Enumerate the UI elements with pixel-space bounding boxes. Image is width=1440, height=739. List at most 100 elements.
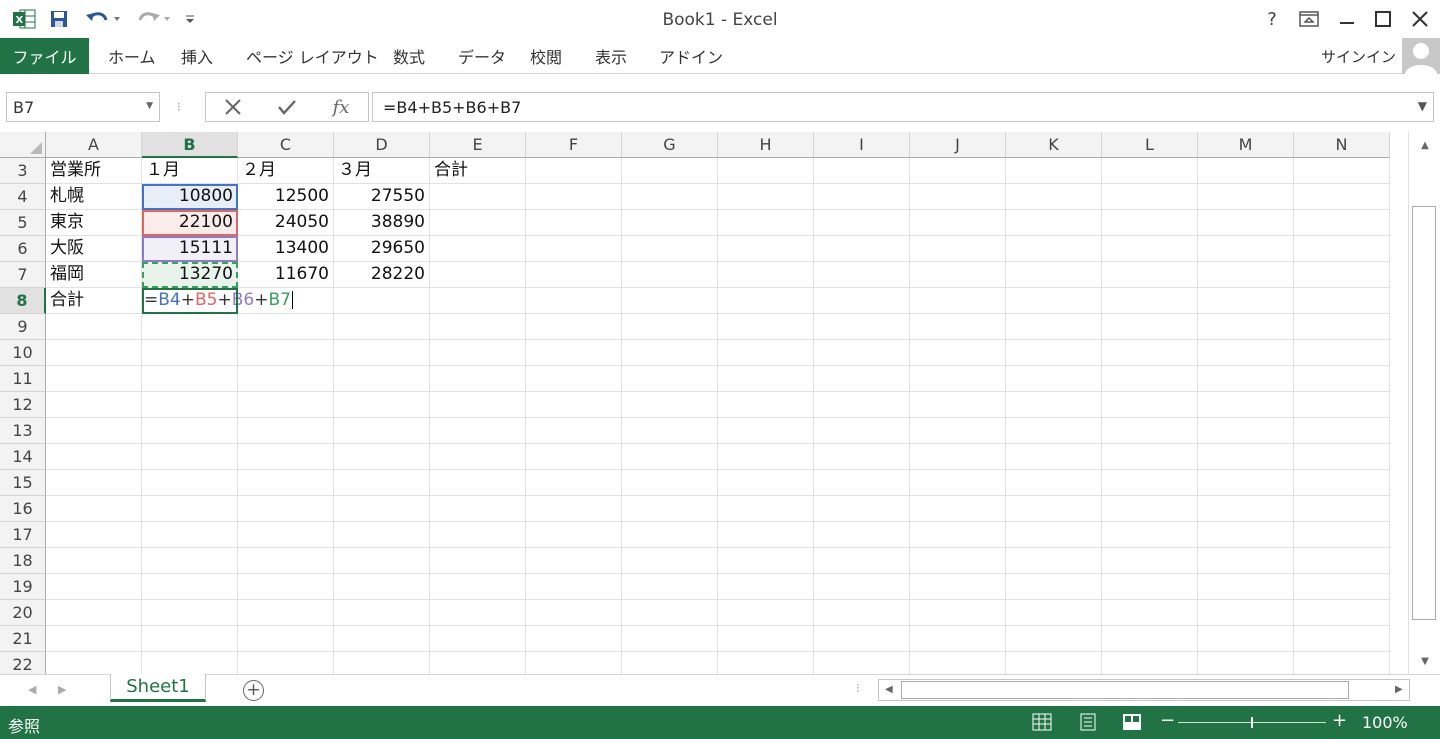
cell-n10[interactable] xyxy=(1294,340,1390,366)
cell-m12[interactable] xyxy=(1198,392,1294,418)
maximize-icon[interactable] xyxy=(1366,6,1400,32)
cell-n16[interactable] xyxy=(1294,496,1390,522)
cell-g12[interactable] xyxy=(622,392,718,418)
vertical-scrollbar[interactable]: ▲ ▼ xyxy=(1408,132,1440,674)
cell-d10[interactable] xyxy=(334,340,430,366)
normal-view-icon[interactable] xyxy=(1032,713,1052,731)
cell-j17[interactable] xyxy=(910,522,1006,548)
cell-f5[interactable] xyxy=(526,210,622,236)
cell-n17[interactable] xyxy=(1294,522,1390,548)
cell-h9[interactable] xyxy=(718,314,814,340)
cell-j5[interactable] xyxy=(910,210,1006,236)
cell-g20[interactable] xyxy=(622,600,718,626)
cell-j22[interactable] xyxy=(910,652,1006,674)
cell-i18[interactable] xyxy=(814,548,910,574)
cell-k15[interactable] xyxy=(1006,470,1102,496)
cell-g21[interactable] xyxy=(622,626,718,652)
cell-i17[interactable] xyxy=(814,522,910,548)
cell-i12[interactable] xyxy=(814,392,910,418)
cell-e7[interactable] xyxy=(430,262,526,288)
cell-f16[interactable] xyxy=(526,496,622,522)
tab-insert[interactable]: 挿入 xyxy=(181,38,213,74)
cell-i22[interactable] xyxy=(814,652,910,674)
tab-page-layout[interactable]: ページ レイアウト xyxy=(246,38,379,74)
cell-a14[interactable] xyxy=(46,444,142,470)
cell-l19[interactable] xyxy=(1102,574,1198,600)
cell-h5[interactable] xyxy=(718,210,814,236)
cell-n9[interactable] xyxy=(1294,314,1390,340)
tab-review[interactable]: 校閲 xyxy=(530,38,562,74)
cell-b11[interactable] xyxy=(142,366,238,392)
cell-c5[interactable]: 24050 xyxy=(238,210,334,236)
cell-j19[interactable] xyxy=(910,574,1006,600)
cell-h10[interactable] xyxy=(718,340,814,366)
cell-m17[interactable] xyxy=(1198,522,1294,548)
cell-i16[interactable] xyxy=(814,496,910,522)
column-header-h[interactable]: H xyxy=(718,132,814,158)
vertical-scroll-thumb[interactable] xyxy=(1412,206,1436,620)
sheet-prev-icon[interactable]: ◀ xyxy=(28,683,36,696)
cell-h6[interactable] xyxy=(718,236,814,262)
cell-k9[interactable] xyxy=(1006,314,1102,340)
cell-f6[interactable] xyxy=(526,236,622,262)
cell-i10[interactable] xyxy=(814,340,910,366)
cell-a8[interactable]: 合計 xyxy=(46,288,142,314)
cell-a19[interactable] xyxy=(46,574,142,600)
cell-m9[interactable] xyxy=(1198,314,1294,340)
cell-j16[interactable] xyxy=(910,496,1006,522)
cell-l3[interactable] xyxy=(1102,158,1198,184)
cell-b17[interactable] xyxy=(142,522,238,548)
cell-e6[interactable] xyxy=(430,236,526,262)
insert-function-button[interactable]: fx xyxy=(314,93,368,121)
row-header-6[interactable]: 6 xyxy=(0,236,46,262)
tab-addins[interactable]: アドイン xyxy=(659,38,723,74)
tab-home[interactable]: ホーム xyxy=(108,38,156,74)
cell-l13[interactable] xyxy=(1102,418,1198,444)
cell-n15[interactable] xyxy=(1294,470,1390,496)
cell-g6[interactable] xyxy=(622,236,718,262)
cell-n5[interactable] xyxy=(1294,210,1390,236)
cell-l10[interactable] xyxy=(1102,340,1198,366)
row-header-4[interactable]: 4 xyxy=(0,184,46,210)
cell-i6[interactable] xyxy=(814,236,910,262)
cell-i9[interactable] xyxy=(814,314,910,340)
cell-j13[interactable] xyxy=(910,418,1006,444)
cell-d11[interactable] xyxy=(334,366,430,392)
cell-a18[interactable] xyxy=(46,548,142,574)
column-header-g[interactable]: G xyxy=(622,132,718,158)
cell-g4[interactable] xyxy=(622,184,718,210)
cell-i13[interactable] xyxy=(814,418,910,444)
cell-m14[interactable] xyxy=(1198,444,1294,470)
cell-e14[interactable] xyxy=(430,444,526,470)
cell-k17[interactable] xyxy=(1006,522,1102,548)
worksheet-grid[interactable]: A B C D E F G H I J K L M N 3 営業所 １月 ２月 ３月 合計 4 札幌 10800 12500 2… xyxy=(0,132,1408,674)
cell-e12[interactable] xyxy=(430,392,526,418)
column-header-l[interactable]: L xyxy=(1102,132,1198,158)
cell-f10[interactable] xyxy=(526,340,622,366)
column-header-n[interactable]: N xyxy=(1294,132,1390,158)
cell-m20[interactable] xyxy=(1198,600,1294,626)
cell-b13[interactable] xyxy=(142,418,238,444)
cell-j9[interactable] xyxy=(910,314,1006,340)
cell-j8[interactable] xyxy=(910,288,1006,314)
cell-m8[interactable] xyxy=(1198,288,1294,314)
cell-f20[interactable] xyxy=(526,600,622,626)
cell-e5[interactable] xyxy=(430,210,526,236)
cell-k4[interactable] xyxy=(1006,184,1102,210)
cell-k13[interactable] xyxy=(1006,418,1102,444)
cell-a3[interactable]: 営業所 xyxy=(46,158,142,184)
row-header-19[interactable]: 19 xyxy=(0,574,46,600)
cell-g8[interactable] xyxy=(622,288,718,314)
cell-k22[interactable] xyxy=(1006,652,1102,674)
cell-d21[interactable] xyxy=(334,626,430,652)
cell-m6[interactable] xyxy=(1198,236,1294,262)
cell-f8[interactable] xyxy=(526,288,622,314)
column-header-a[interactable]: A xyxy=(46,132,142,158)
cell-l5[interactable] xyxy=(1102,210,1198,236)
cell-c14[interactable] xyxy=(238,444,334,470)
cell-d14[interactable] xyxy=(334,444,430,470)
cell-l22[interactable] xyxy=(1102,652,1198,674)
cell-d22[interactable] xyxy=(334,652,430,674)
cell-c16[interactable] xyxy=(238,496,334,522)
cell-a20[interactable] xyxy=(46,600,142,626)
